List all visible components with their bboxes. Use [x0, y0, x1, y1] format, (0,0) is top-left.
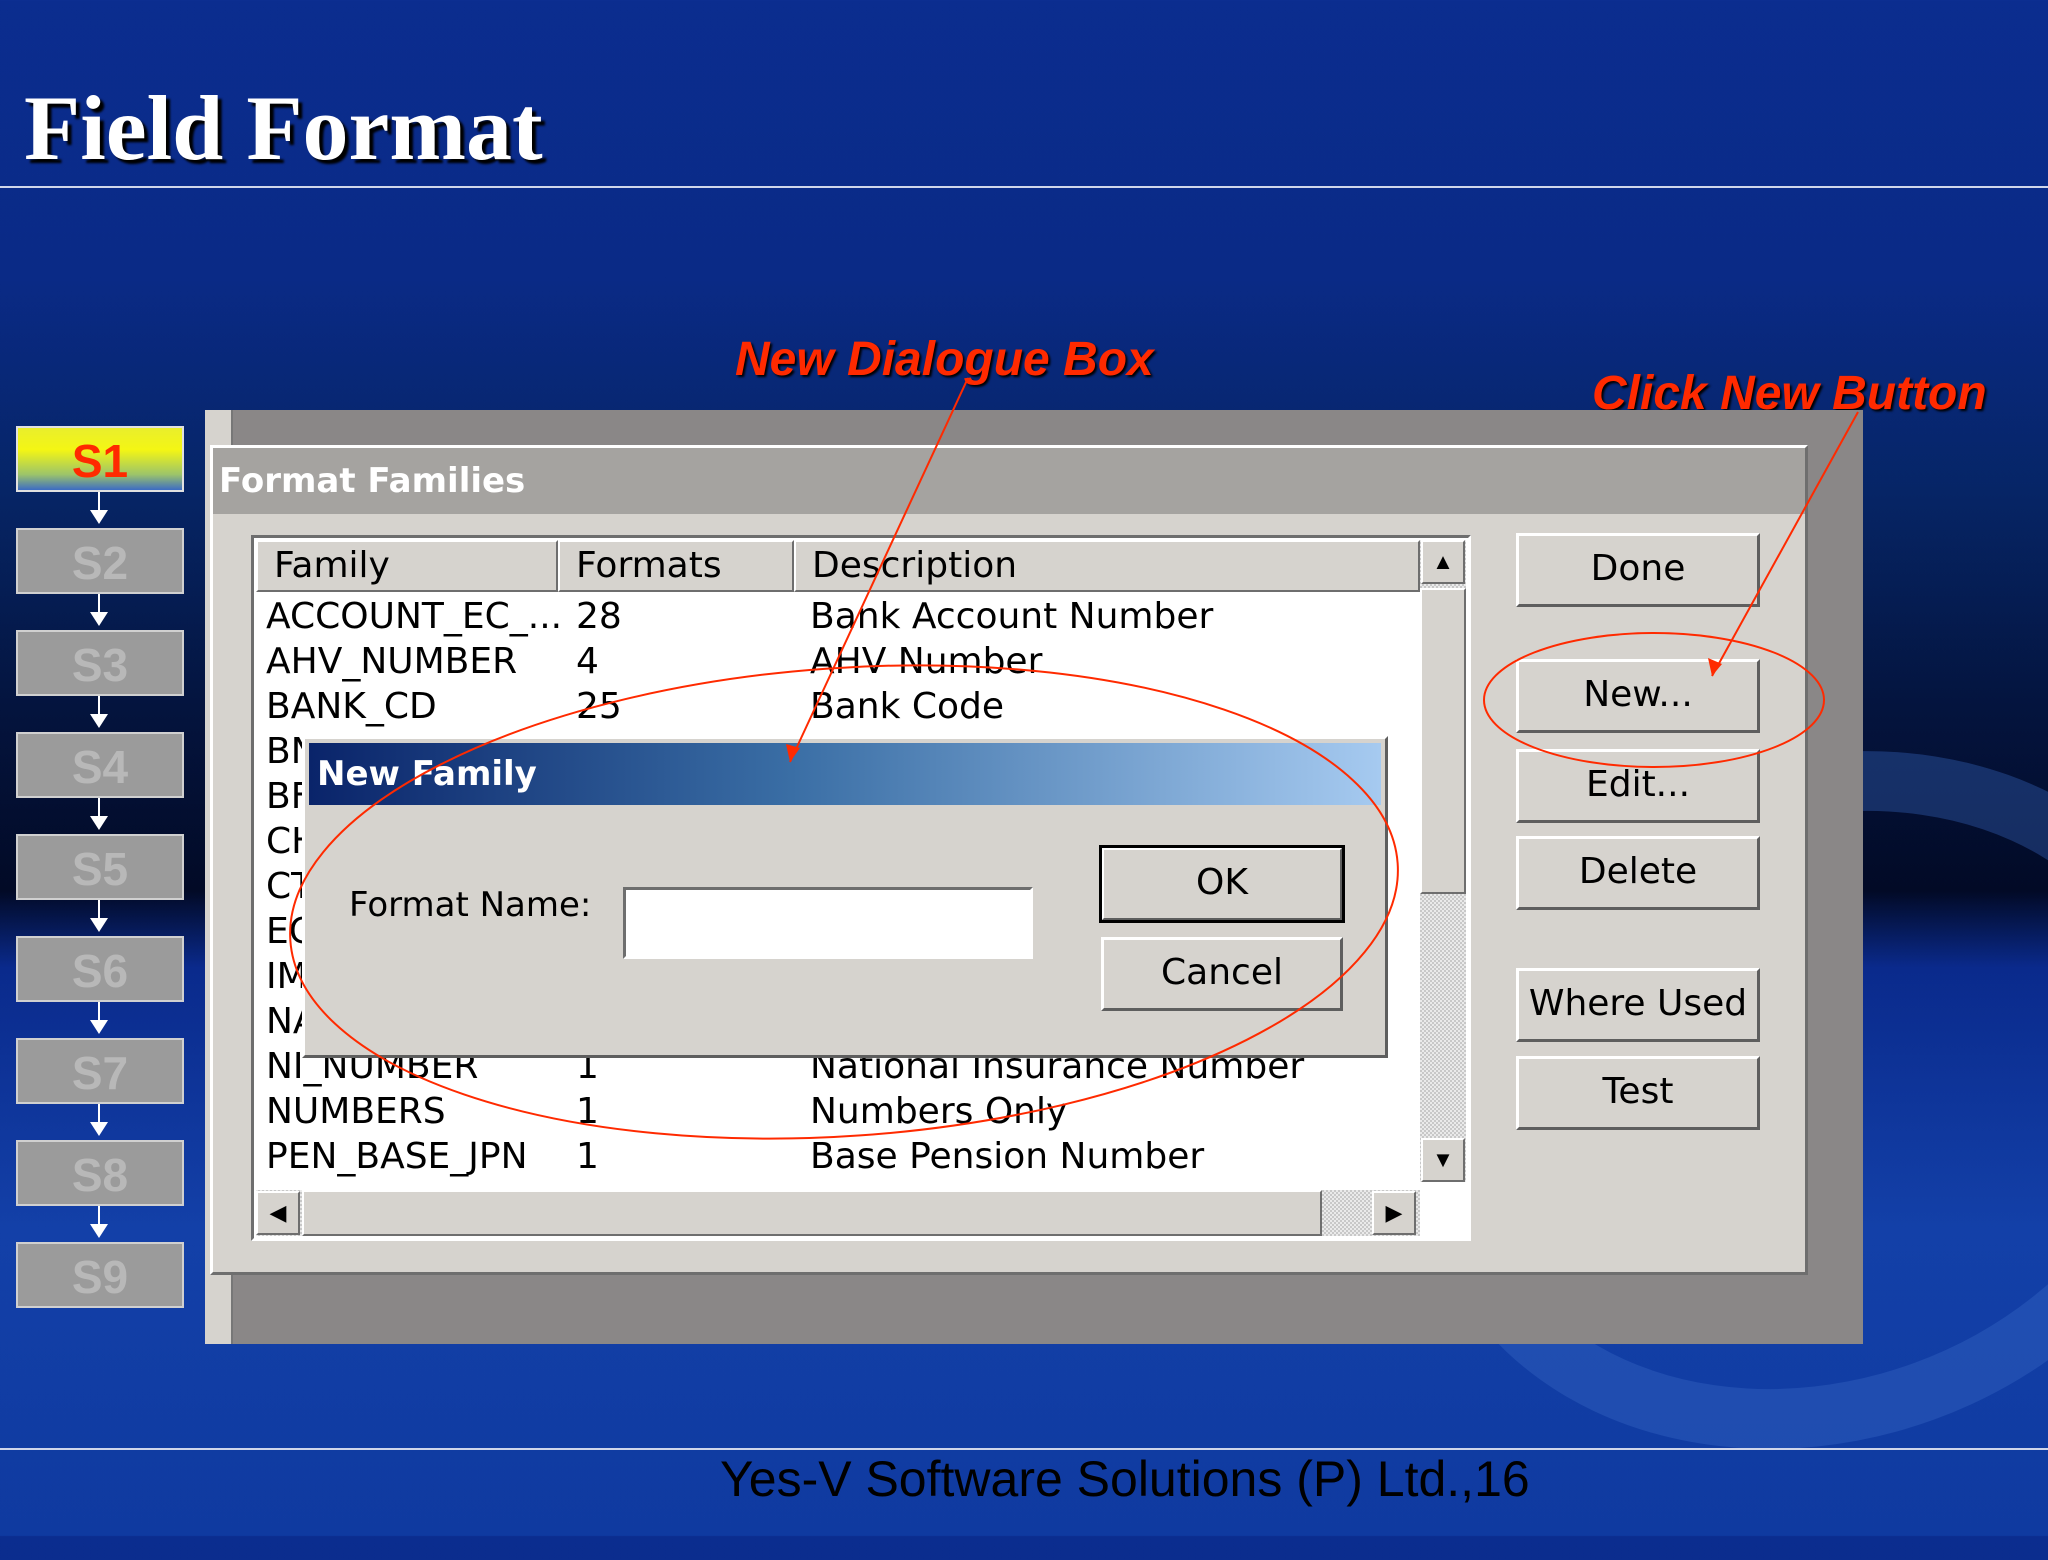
horizontal-scroll-thumb[interactable]	[302, 1190, 1322, 1236]
table-row[interactable]: NUMBERS 1 Numbers Only	[254, 1089, 1404, 1134]
step-s5-button[interactable]: S5	[16, 834, 184, 900]
cancel-button[interactable]: Cancel	[1101, 937, 1343, 1011]
step-s4-button[interactable]: S4	[16, 732, 184, 798]
family-cell: ACCOUNT_EC_...	[266, 596, 563, 637]
formats-cell: 1	[576, 1091, 599, 1132]
step-arrow	[90, 798, 108, 830]
delete-button[interactable]: Delete	[1516, 836, 1760, 910]
table-row[interactable]: ACCOUNT_EC_... 28 Bank Account Number	[254, 594, 1404, 639]
table-row[interactable]: PEN_BASE_JPN 1 Base Pension Number	[254, 1134, 1404, 1179]
vertical-scroll-thumb[interactable]	[1420, 588, 1466, 894]
step-s6-button[interactable]: S6	[16, 936, 184, 1002]
table-row[interactable]: BANK_CD 25 Bank Code	[254, 684, 1404, 729]
formats-cell: 1	[576, 1136, 599, 1177]
formats-cell: 25	[576, 686, 622, 727]
format-name-input[interactable]	[623, 887, 1033, 959]
new-button[interactable]: New...	[1516, 659, 1760, 733]
step-s9-button[interactable]: S9	[16, 1242, 184, 1308]
description-cell: Bank Account Number	[810, 596, 1214, 637]
step-arrow	[90, 594, 108, 626]
vertical-scrollbar[interactable]: ▲ ▼	[1420, 540, 1466, 1182]
step-arrow	[90, 1104, 108, 1136]
ok-button[interactable]: OK	[1099, 845, 1345, 923]
horizontal-scrollbar[interactable]: ◀ ▶	[256, 1190, 1420, 1236]
dialog-title: New Family	[309, 743, 1381, 805]
description-cell: Numbers Only	[810, 1091, 1068, 1132]
column-header-formats[interactable]: Formats	[558, 540, 794, 592]
step-arrow	[90, 900, 108, 932]
where-used-button[interactable]: Where Used	[1516, 968, 1760, 1042]
test-button[interactable]: Test	[1516, 1056, 1760, 1130]
description-cell: Bank Code	[810, 686, 1005, 727]
formats-cell: 28	[576, 596, 622, 637]
edit-button[interactable]: Edit...	[1516, 749, 1760, 823]
slide-title: Field Format	[24, 77, 543, 179]
step-s1-button[interactable]: S1	[16, 426, 184, 492]
step-arrow	[90, 1002, 108, 1034]
scroll-down-icon[interactable]: ▼	[1421, 1138, 1465, 1182]
family-cell: BANK_CD	[266, 686, 437, 727]
family-cell: AHV_NUMBER	[266, 641, 518, 682]
formats-cell: 4	[576, 641, 599, 682]
format-name-label: Format Name:	[349, 885, 592, 925]
step-arrow	[90, 696, 108, 728]
description-cell: AHV Number	[810, 641, 1043, 682]
title-divider	[0, 186, 2048, 188]
family-cell: PEN_BASE_JPN	[266, 1136, 528, 1177]
slide-footer: Yes-V Software Solutions (P) Ltd.,16	[720, 1451, 1530, 1507]
scroll-up-icon[interactable]: ▲	[1421, 540, 1465, 584]
new-family-dialog: New Family Format Name: OK Cancel	[302, 736, 1388, 1058]
description-cell: Base Pension Number	[810, 1136, 1205, 1177]
step-s8-button[interactable]: S8	[16, 1140, 184, 1206]
step-s2-button[interactable]: S2	[16, 528, 184, 594]
scroll-right-icon[interactable]: ▶	[1372, 1191, 1416, 1235]
window-title: Format Families	[213, 448, 1805, 514]
column-header-family[interactable]: Family	[256, 540, 558, 592]
step-s3-button[interactable]: S3	[16, 630, 184, 696]
done-button[interactable]: Done	[1516, 533, 1760, 607]
scroll-left-icon[interactable]: ◀	[256, 1191, 300, 1235]
table-row[interactable]: AHV_NUMBER 4 AHV Number	[254, 639, 1404, 684]
callout-new-dialogue-box: New Dialogue Box	[735, 333, 1154, 386]
step-arrow	[90, 492, 108, 524]
column-header-description[interactable]: Description	[794, 540, 1420, 592]
step-arrow	[90, 1206, 108, 1238]
step-s7-button[interactable]: S7	[16, 1038, 184, 1104]
family-cell: NUMBERS	[266, 1091, 446, 1132]
